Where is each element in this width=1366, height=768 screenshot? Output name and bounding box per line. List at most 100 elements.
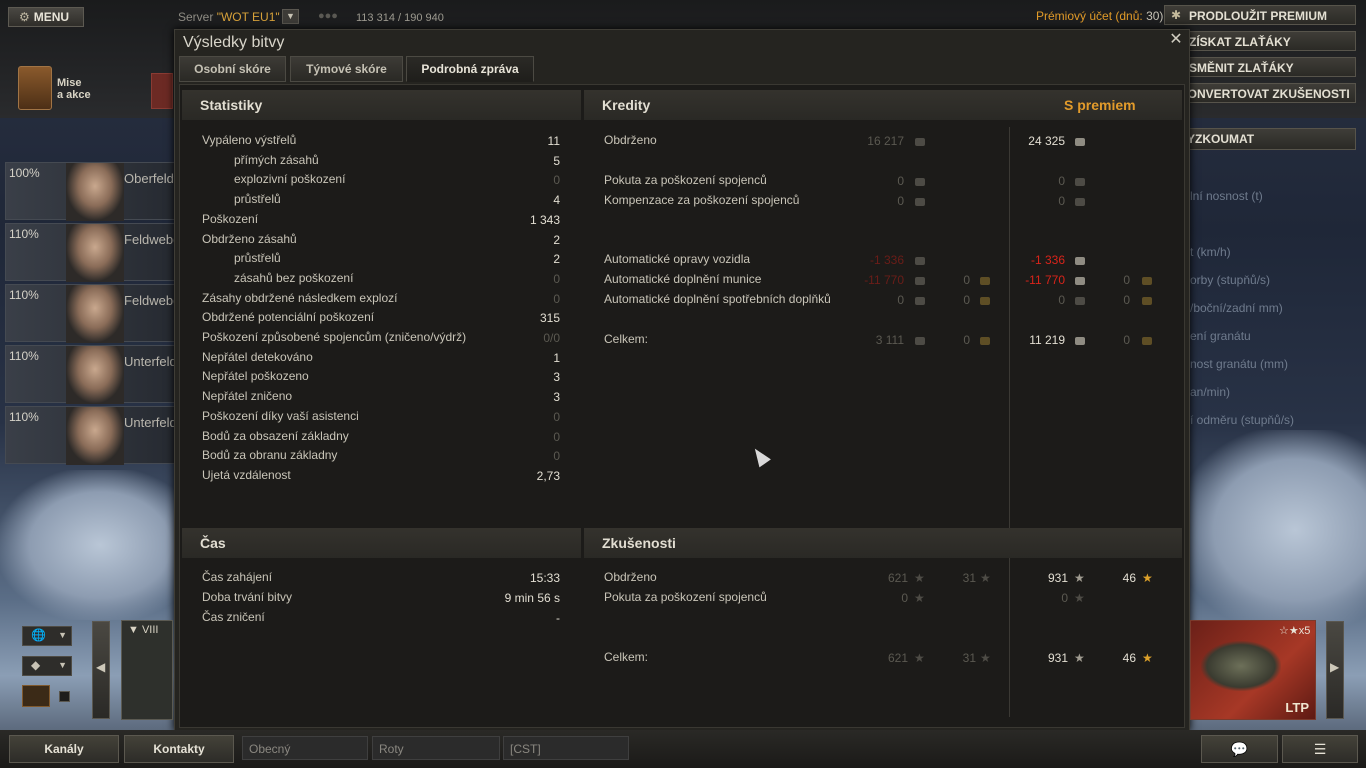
channel-label: Roty: [379, 742, 404, 756]
crew-member-card[interactable]: 100% Oberfeldw: [5, 162, 176, 221]
free-xp-star-icon: ★: [980, 571, 991, 585]
camouflage-filter-icon[interactable]: [22, 685, 50, 707]
tank-image: [1201, 641, 1281, 691]
premium-label: Prémiový účet (dnů:: [1036, 9, 1143, 23]
nation-filter[interactable]: 🌐 ▼: [22, 626, 72, 646]
channels-button[interactable]: Kanály: [9, 735, 119, 763]
premium-star-icon: ✱: [1171, 8, 1182, 22]
crew-member-card[interactable]: 110% Unterfeld: [5, 406, 176, 465]
xp-standard-value: 621: [887, 651, 908, 665]
convert-xp-label: KONVERTOVAT ZKUŠENOSTI: [1179, 87, 1350, 101]
contacts-button[interactable]: Kontakty: [124, 735, 234, 763]
crew-rank: Feldwebe: [124, 232, 176, 247]
badge-value: x5: [1298, 625, 1311, 637]
missions-button[interactable]: Mise a akce: [57, 77, 91, 101]
channel-label: Obecný: [249, 742, 291, 756]
research-button[interactable]: VYZKOUMAT: [1164, 128, 1356, 150]
filter-checkbox[interactable]: [59, 691, 70, 702]
tab-personal-score[interactable]: Osobní skóre: [179, 56, 286, 82]
crew-member-card[interactable]: 110% Feldwebe: [5, 284, 176, 343]
tab-label: Podrobná zpráva: [421, 62, 519, 76]
notifications-button[interactable]: ☰: [1282, 735, 1358, 763]
crew-member-card[interactable]: 110% Unterfeld: [5, 345, 176, 404]
dialog-body: Statistiky Vypáleno výstřelů 11 přímých zá…: [179, 84, 1185, 728]
xp-star-icon: ★: [914, 651, 925, 665]
tank-param-label: orby (stupňů/s): [1190, 273, 1271, 287]
missions-label-2: a akce: [57, 89, 91, 101]
contacts-label: Kontakty: [153, 742, 205, 756]
xp-premium-value: 931: [1047, 651, 1068, 665]
channel-tab-companies[interactable]: Roty: [372, 736, 500, 760]
chat-button[interactable]: 💬: [1201, 735, 1278, 763]
online-count: 113 314 / 190 940: [356, 12, 444, 24]
server-selector[interactable]: Server "WOT EU1": [178, 10, 280, 24]
carousel-left-arrow[interactable]: ◀: [92, 621, 110, 719]
server-dropdown-button[interactable]: ▼: [282, 9, 299, 24]
snow-decoration: [1180, 430, 1366, 630]
convert-xp-button[interactable]: KONVERTOVAT ZKUŠENOSTI: [1164, 83, 1356, 103]
tier-label: ▼ VIII: [128, 624, 158, 636]
crew-skill-percent: 110%: [9, 227, 39, 241]
carousel-tank-slot-selected[interactable]: ☆★x5 LTP: [1190, 620, 1316, 720]
crew-portrait: [66, 163, 124, 221]
crew-portrait: [66, 407, 124, 465]
tank-param-label: nost granátu (mm): [1190, 357, 1289, 371]
carousel-right-arrow[interactable]: ▶: [1326, 621, 1344, 719]
free-xp-standard-value: 31: [962, 571, 976, 585]
research-label: VYZKOUMAT: [1179, 132, 1255, 146]
xp-star-icon: ★: [1074, 651, 1085, 665]
server-name: "WOT EU1": [216, 10, 280, 24]
chevron-down-icon: ▼: [58, 660, 67, 670]
xp-label: Obdrženo: [604, 570, 657, 584]
channel-tab-general[interactable]: Obecný: [242, 736, 368, 760]
tab-label: Týmové skóre: [306, 62, 387, 76]
experience-list: Obdrženo 621 ★ 31 ★ 931 ★ 46 ★ Pokuta za poškozen…: [180, 85, 1186, 725]
tank-type-icon: ◆: [31, 658, 41, 672]
tank-param-label: í odměru (stupňů/s): [1190, 413, 1295, 427]
xp-premium-value: 0: [1061, 591, 1068, 605]
free-xp-premium-value: 46: [1122, 571, 1136, 585]
xp-standard-value: 0: [901, 591, 908, 605]
chevron-left-icon: ◀: [96, 660, 106, 674]
chat-bubble-icon: 💬: [1230, 740, 1249, 757]
crew-rank: Unterfeld: [124, 354, 176, 369]
globe-icon: 🌐: [31, 628, 46, 642]
close-icon[interactable]: ✕: [1168, 32, 1184, 48]
xp-star-icon: ★: [914, 591, 925, 605]
crew-skill-percent: 110%: [9, 349, 39, 363]
tank-name: LTP: [1285, 700, 1309, 715]
xp-star-icon: ★: [1074, 571, 1085, 585]
free-xp-star-icon: ★: [980, 651, 991, 665]
exchange-gold-button[interactable]: SMĚNIT ZLAŤÁKY: [1164, 57, 1356, 77]
channel-tab-cst[interactable]: [CST]: [503, 736, 629, 760]
menu-button[interactable]: ⚙ MENU: [8, 7, 84, 27]
free-xp-premium-value: 46: [1122, 651, 1136, 665]
prolong-premium-button[interactable]: ✱ PRODLOUŽIT PREMIUM: [1164, 5, 1356, 25]
crew-portrait: [66, 224, 124, 282]
xp-standard-value: 621: [887, 571, 908, 585]
tab-team-score[interactable]: Týmové skóre: [290, 56, 403, 82]
free-xp-standard-value: 31: [962, 651, 976, 665]
tank-type-filter[interactable]: ◆ ▼: [22, 656, 72, 676]
tank-param-label: an/min): [1190, 385, 1231, 399]
dialog-title: Výsledky bitvy: [183, 34, 285, 51]
tank-param-label: t (km/h): [1190, 245, 1231, 259]
missions-label-1: Mise: [57, 77, 82, 89]
crew-portrait: [66, 285, 124, 343]
crew-xp-badge: ☆★x5: [1279, 625, 1311, 637]
tab-detailed-report[interactable]: Podrobná zpráva: [406, 56, 534, 82]
crew-skill-percent: 110%: [9, 288, 39, 302]
personal-missions-icon[interactable]: [151, 73, 173, 109]
chevron-down-icon: ▼: [58, 630, 67, 640]
missions-icon[interactable]: [18, 66, 52, 110]
crew-member-card[interactable]: 110% Feldwebe: [5, 223, 176, 282]
crew-skill-percent: 110%: [9, 410, 39, 424]
xp-star-icon: ★: [914, 571, 925, 585]
carousel-tank-slot[interactable]: ▼ VIII: [121, 620, 173, 720]
free-xp-star-icon: ★: [1142, 571, 1153, 585]
tank-param-label: /boční/zadní mm): [1190, 301, 1283, 315]
get-gold-button[interactable]: ZÍSKAT ZLAŤÁKY: [1164, 31, 1356, 51]
get-gold-label: ZÍSKAT ZLAŤÁKY: [1189, 35, 1291, 49]
channel-label: [CST]: [510, 742, 541, 756]
premium-days: 30): [1146, 9, 1164, 23]
